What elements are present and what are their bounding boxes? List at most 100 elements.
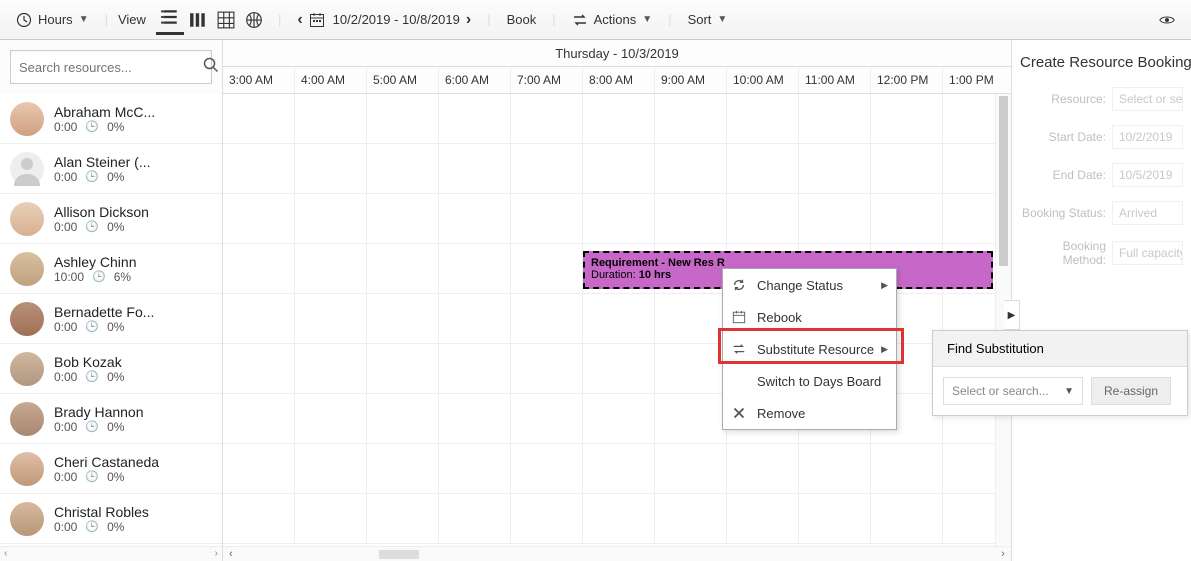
time-col: 9:00 AM [655, 67, 727, 93]
start-date-field[interactable]: 10/2/2019 [1112, 125, 1183, 149]
status-field[interactable]: Arrived [1112, 201, 1183, 225]
resource-row[interactable]: Brady Hannon0:00🕒0% [0, 394, 222, 444]
menu-rebook[interactable]: Rebook [723, 301, 896, 333]
view-columns-button[interactable] [184, 5, 212, 35]
resource-row[interactable]: Abraham McC...0:00🕒0% [0, 94, 222, 144]
avatar [10, 352, 44, 386]
clock-icon: 🕒 [85, 120, 99, 133]
date-range-picker[interactable]: 10/2/2019 - 10/8/2019 [309, 12, 460, 28]
resource-row[interactable]: Christal Robles0:00🕒0% [0, 494, 222, 544]
avatar [10, 252, 44, 286]
resource-panel: Abraham McC...0:00🕒0% Alan Steiner (...0… [0, 40, 223, 561]
resource-row[interactable]: Alan Steiner (...0:00🕒0% [0, 144, 222, 194]
resource-name: Alan Steiner (... [54, 154, 212, 170]
field-label: Resource: [1020, 92, 1106, 106]
time-header: 3:00 AM 4:00 AM 5:00 AM 6:00 AM 7:00 AM … [223, 67, 1011, 94]
scroll-left-icon[interactable]: ‹ [223, 548, 239, 560]
left-hscrollbar[interactable]: ‹ › [0, 546, 222, 561]
date-next-button[interactable]: › [460, 7, 477, 33]
resource-row[interactable]: Cheri Castaneda0:00🕒0% [0, 444, 222, 494]
view-globe-button[interactable] [240, 5, 268, 35]
caret-down-icon: ▼ [79, 14, 89, 25]
avatar [10, 452, 44, 486]
actions-label: Actions [594, 12, 637, 27]
caret-down-icon: ▼ [1064, 386, 1074, 397]
hours-label: Hours [38, 12, 73, 27]
clock-icon: 🕒 [85, 220, 99, 233]
clock-icon: 🕒 [85, 370, 99, 383]
date-prev-button[interactable]: ‹ [291, 7, 308, 33]
swap-icon [572, 12, 588, 28]
menu-change-status[interactable]: Change Status [723, 269, 896, 301]
visibility-button[interactable] [1153, 8, 1181, 32]
view-list-button[interactable] [156, 5, 184, 35]
clock-icon: 🕒 [85, 320, 99, 333]
menu-remove[interactable]: Remove [723, 397, 896, 429]
caret-down-icon: ▼ [642, 14, 652, 25]
clock-icon: 🕒 [85, 170, 99, 183]
reassign-button[interactable]: Re-assign [1091, 377, 1171, 405]
substitution-flyout: Find Substitution Select or search... ▼ … [932, 330, 1188, 416]
resource-name: Abraham McC... [54, 104, 212, 120]
separator: | [105, 12, 108, 27]
scroll-thumb[interactable] [999, 96, 1008, 266]
view-label: View [118, 12, 146, 27]
menu-switch-board[interactable]: Switch to Days Board [723, 365, 896, 397]
avatar [10, 102, 44, 136]
eye-icon [1159, 12, 1175, 28]
resource-row[interactable]: Bernadette Fo...0:00🕒0% [0, 294, 222, 344]
resource-name: Brady Hannon [54, 404, 212, 420]
calendar-icon [309, 12, 325, 28]
clock-icon: 🕒 [85, 470, 99, 483]
main-area: Abraham McC...0:00🕒0% Alan Steiner (...0… [0, 40, 1191, 561]
time-col: 8:00 AM [583, 67, 655, 93]
center-hscrollbar[interactable]: ‹ › [223, 546, 1011, 561]
menu-substitute-resource[interactable]: Substitute Resource [723, 333, 896, 365]
sort-dropdown[interactable]: Sort ▼ [682, 8, 734, 31]
resource-name: Christal Robles [54, 504, 212, 520]
date-header: Thursday - 10/3/2019 [223, 40, 1011, 67]
scroll-right-icon[interactable]: › [995, 548, 1011, 560]
date-range-text: 10/2/2019 - 10/8/2019 [333, 12, 460, 27]
avatar [10, 402, 44, 436]
book-button[interactable]: Book [501, 8, 543, 31]
swap-icon [731, 341, 747, 357]
resource-row[interactable]: Allison Dickson0:00🕒0% [0, 194, 222, 244]
end-date-field[interactable]: 10/5/2019 [1112, 163, 1183, 187]
panel-collapse-button[interactable]: ▶ [1004, 300, 1020, 330]
calendar-icon [731, 309, 747, 325]
field-label: Booking Method: [1020, 239, 1106, 267]
separator: | [278, 12, 281, 27]
hours-dropdown[interactable]: Hours ▼ [10, 8, 95, 32]
clock-icon: 🕒 [85, 420, 99, 433]
avatar [10, 302, 44, 336]
flyout-tab[interactable]: Find Substitution [933, 331, 1187, 367]
create-booking-panel: Create Resource Booking Resource: Select … [1011, 40, 1191, 561]
caret-down-icon: ▼ [717, 14, 727, 25]
substitution-select[interactable]: Select or search... ▼ [943, 377, 1083, 405]
resource-field[interactable]: Select or sear [1112, 87, 1183, 111]
panel-title: Create Resource Booking [1020, 54, 1183, 71]
close-icon [731, 405, 747, 421]
separator: | [487, 12, 490, 27]
field-label: Start Date: [1020, 130, 1106, 144]
sort-label: Sort [688, 12, 712, 27]
scroll-thumb[interactable] [379, 550, 419, 559]
search-input-wrap[interactable] [10, 50, 212, 84]
actions-dropdown[interactable]: Actions ▼ [566, 8, 659, 32]
avatar [10, 202, 44, 236]
search-icon[interactable] [203, 57, 219, 78]
resource-name: Bob Kozak [54, 354, 212, 370]
view-grid-button[interactable] [212, 5, 240, 35]
resource-name: Cheri Castaneda [54, 454, 212, 470]
time-col: 4:00 AM [295, 67, 367, 93]
separator: | [552, 12, 555, 27]
resource-name: Allison Dickson [54, 204, 212, 220]
method-field[interactable]: Full capacity [1112, 241, 1183, 265]
time-col: 12:00 PM [871, 67, 943, 93]
search-input[interactable] [11, 60, 203, 75]
resource-row[interactable]: Ashley Chinn10:00🕒6% [0, 244, 222, 294]
resource-row[interactable]: Bob Kozak0:00🕒0% [0, 344, 222, 394]
time-col: 6:00 AM [439, 67, 511, 93]
time-col: 10:00 AM [727, 67, 799, 93]
